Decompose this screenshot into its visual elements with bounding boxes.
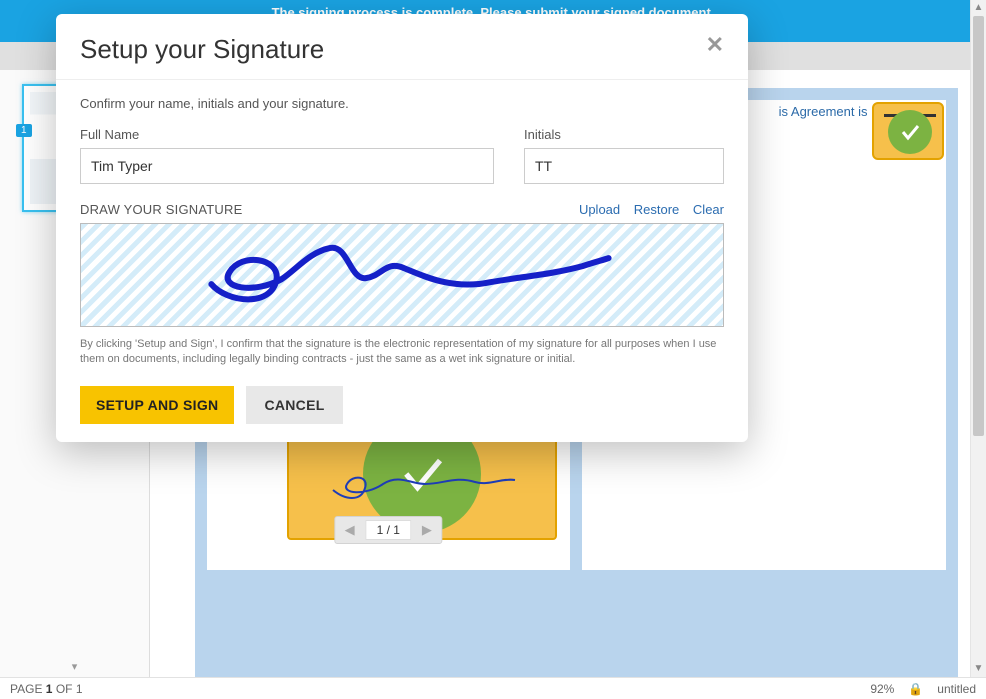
- vertical-scrollbar[interactable]: ▲ ▼: [970, 0, 986, 677]
- pager-prev-button[interactable]: ◀: [336, 517, 364, 543]
- approval-stamp[interactable]: [872, 102, 944, 160]
- restore-link[interactable]: Restore: [634, 202, 680, 217]
- thumbnail-page-badge: 1: [16, 124, 32, 137]
- initials-label: Initials: [524, 127, 724, 142]
- clear-link[interactable]: Clear: [693, 202, 724, 217]
- pager: ◀ 1 / 1 ▶: [335, 516, 442, 544]
- signature-setup-modal: Setup your Signature ✕ Confirm your name…: [56, 14, 748, 442]
- initials-field-group: Initials: [524, 127, 724, 184]
- setup-and-sign-button[interactable]: SETUP AND SIGN: [80, 386, 234, 424]
- close-icon[interactable]: ✕: [706, 34, 724, 56]
- scroll-up-icon[interactable]: ▲: [971, 0, 986, 16]
- scrollbar-thumb[interactable]: [973, 16, 984, 436]
- modal-confirm-text: Confirm your name, initials and your sig…: [80, 96, 724, 111]
- full-name-input[interactable]: [80, 148, 494, 184]
- signature-links: Upload Restore Clear: [569, 202, 724, 217]
- draw-signature-label: DRAW YOUR SIGNATURE: [80, 202, 242, 217]
- pager-label: 1 / 1: [366, 520, 411, 540]
- status-docname: untitled: [937, 682, 976, 696]
- status-page: PAGE 1 OF 1: [10, 682, 83, 696]
- scroll-down-icon[interactable]: ▼: [971, 661, 986, 677]
- pager-next-button[interactable]: ▶: [413, 517, 441, 543]
- upload-link[interactable]: Upload: [579, 202, 620, 217]
- initials-input[interactable]: [524, 148, 724, 184]
- status-page-total: 1: [76, 682, 83, 696]
- status-zoom[interactable]: 92%: [870, 682, 894, 696]
- cancel-button[interactable]: CANCEL: [246, 386, 342, 424]
- signature-canvas[interactable]: [80, 223, 724, 327]
- check-circle-icon: [888, 110, 932, 154]
- full-name-field-group: Full Name: [80, 127, 494, 184]
- status-page-prefix: PAGE: [10, 682, 46, 696]
- signature-scribble-icon: [325, 454, 525, 514]
- lock-icon: 🔒: [908, 682, 923, 696]
- modal-title: Setup your Signature: [80, 34, 324, 65]
- signature-disclaimer: By clicking 'Setup and Sign', I confirm …: [80, 337, 724, 368]
- chevron-down-icon[interactable]: ▾: [72, 660, 78, 673]
- status-bar: PAGE 1 OF 1 92% 🔒 untitled: [0, 677, 986, 699]
- status-page-mid: OF: [52, 682, 75, 696]
- agreement-fragment: is Agreement is: [779, 104, 868, 119]
- full-name-label: Full Name: [80, 127, 494, 142]
